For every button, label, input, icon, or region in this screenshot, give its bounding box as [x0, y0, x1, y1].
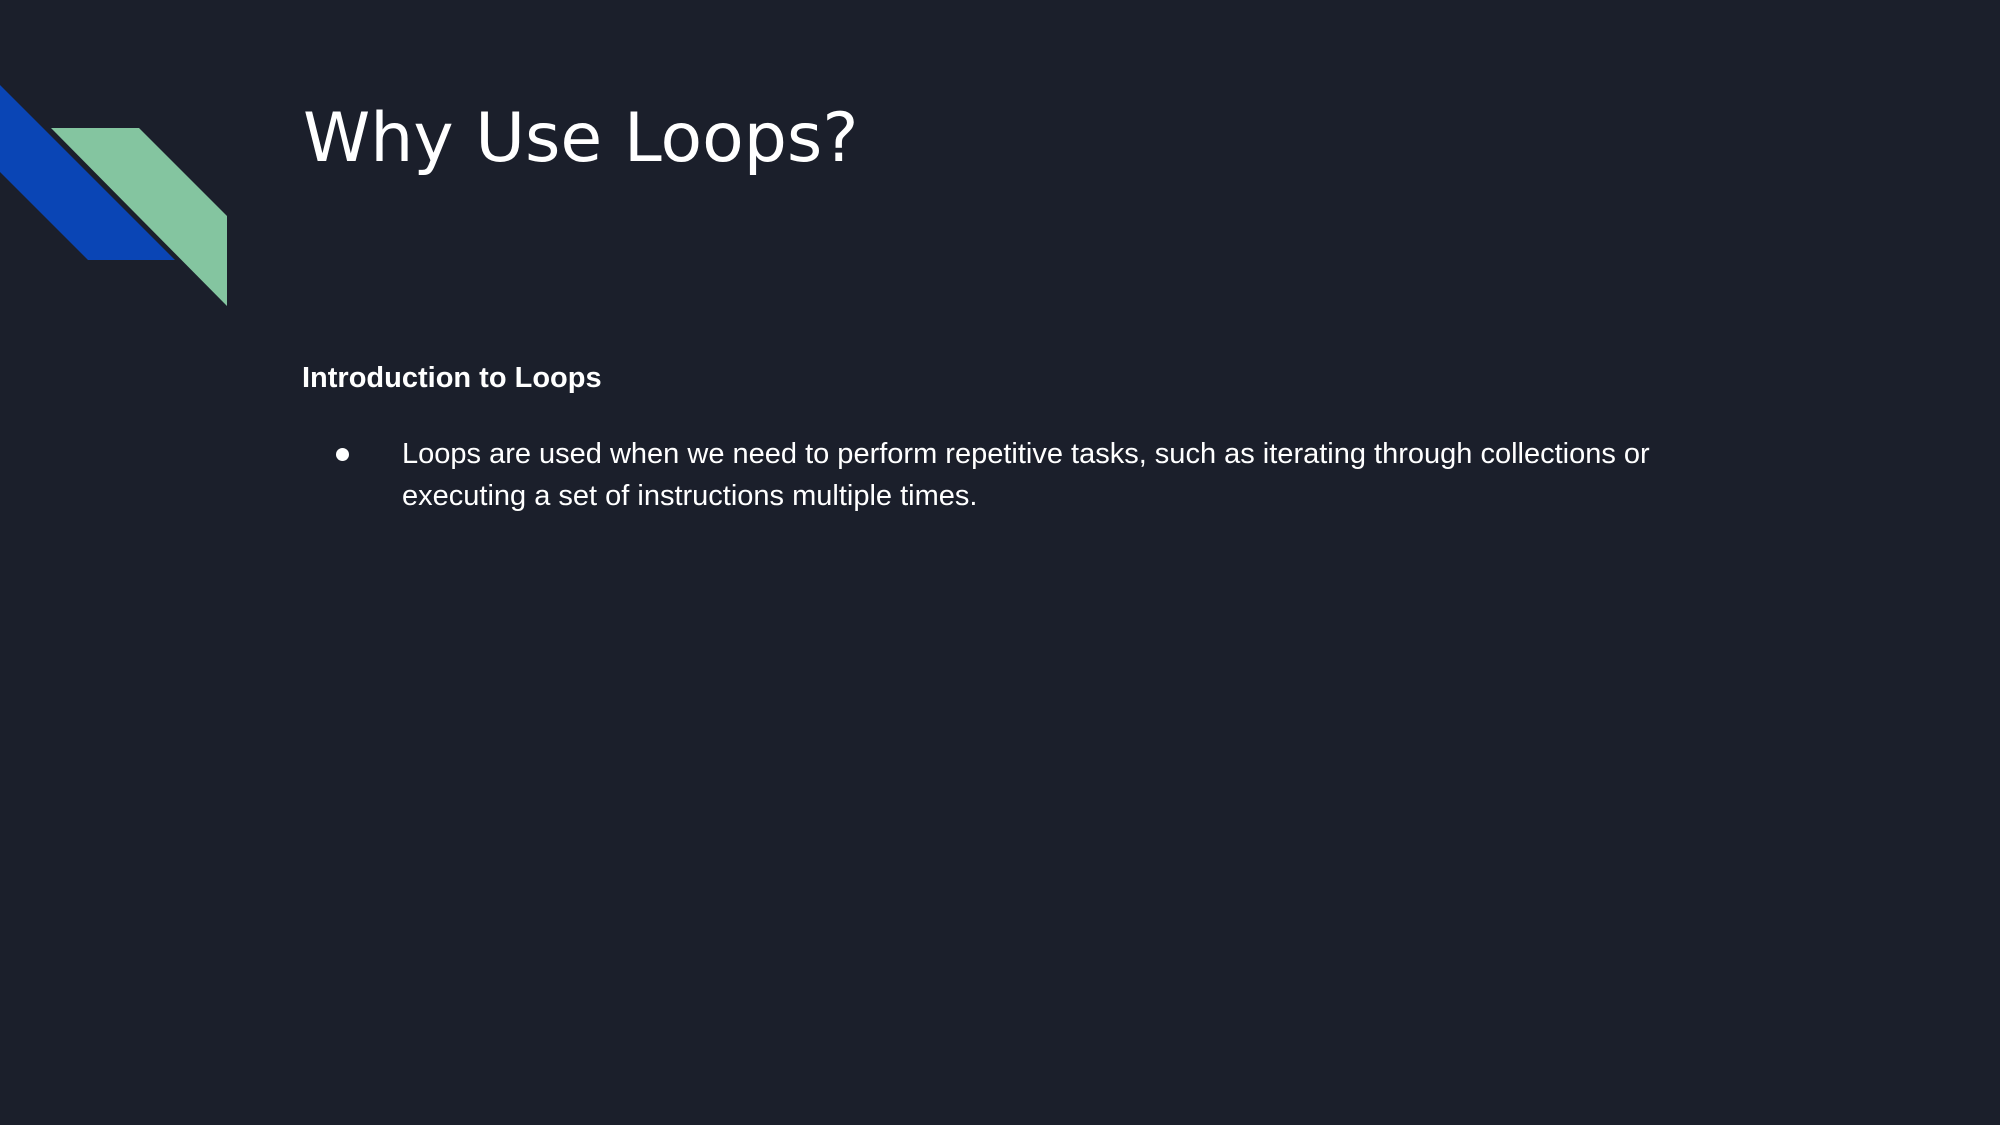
bullet-icon: [336, 448, 349, 461]
corner-decoration: [0, 85, 227, 306]
bullet-text: Loops are used when we need to perform r…: [402, 438, 1650, 512]
slide: Why Use Loops? Introduction to Loops Loo…: [0, 0, 2000, 1125]
bullet-list: Loops are used when we need to perform r…: [302, 433, 1762, 517]
bullet-item: Loops are used when we need to perform r…: [302, 433, 1762, 517]
section-heading: Introduction to Loops: [302, 362, 602, 394]
slide-title: Why Use Loops?: [303, 99, 859, 178]
